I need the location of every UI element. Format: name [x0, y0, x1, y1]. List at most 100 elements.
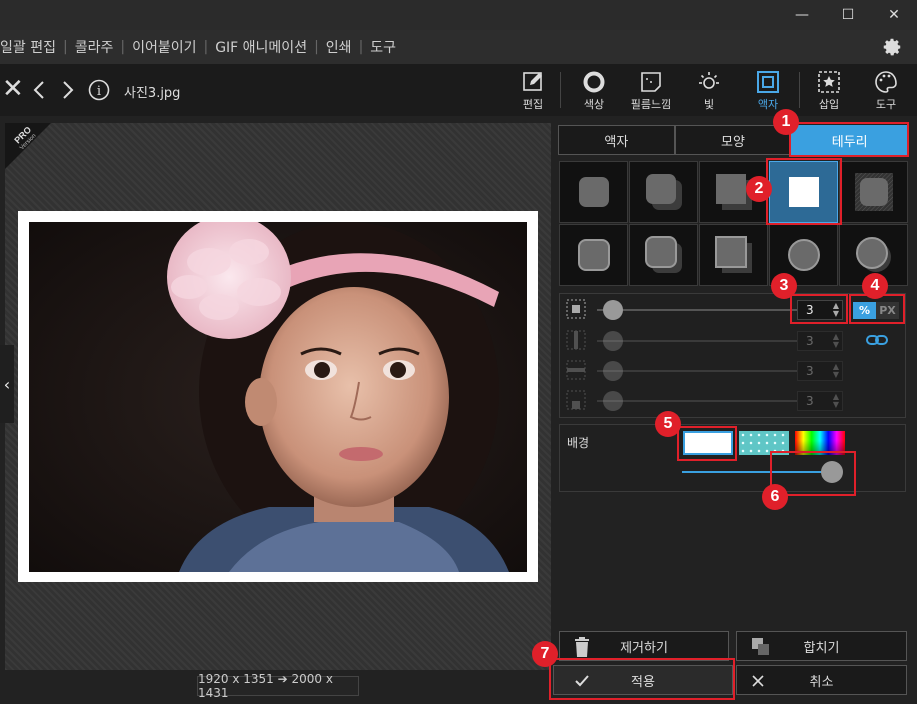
palette-icon	[875, 71, 897, 93]
spin-arrows-icon[interactable]: ▲ ▼	[833, 333, 839, 349]
merge-label: 합치기	[803, 640, 840, 656]
border-vertical-slider-row: 3 ▲ ▼	[565, 359, 905, 383]
minimize-button[interactable]: —	[779, 0, 825, 30]
remove-label: 제거하기	[620, 640, 668, 656]
border-horizontal-slider-row: 3 ▲ ▼	[565, 329, 905, 353]
annotation-box	[677, 426, 737, 461]
annotation-box	[790, 294, 848, 324]
pro-badge: PRO Version	[5, 123, 51, 169]
spin-arrows-icon[interactable]: ▲ ▼	[833, 393, 839, 409]
maximize-button[interactable]: ☐	[825, 0, 871, 30]
border-all-track[interactable]	[597, 309, 797, 311]
border-bottom-knob[interactable]	[603, 391, 623, 411]
border-style-option[interactable]	[839, 161, 908, 223]
tool-color[interactable]: 색상	[572, 68, 616, 114]
border-bottom-spinbox[interactable]: 3 ▲ ▼	[797, 391, 843, 411]
annotation-box	[766, 158, 842, 225]
gear-icon[interactable]	[881, 36, 903, 58]
file-name: 사진3.jpg	[124, 86, 181, 101]
image-dimensions: 1920 x 1351 ➔ 2000 x 1431	[197, 672, 359, 700]
tool-insert[interactable]: 삽입	[807, 68, 851, 114]
menu-bar: 일괄 편집 | 콜라주 | 이어붙이기 | GIF 애니메이션 | 인쇄 | 도구	[0, 30, 917, 64]
close-icon[interactable]: ✕	[2, 76, 24, 102]
border-style-grid	[559, 161, 908, 287]
prev-image-arrow[interactable]: ‹	[0, 345, 14, 423]
trash-icon	[575, 637, 589, 657]
border-all-knob[interactable]	[603, 300, 623, 320]
svg-text:i: i	[97, 84, 101, 99]
tool-tools[interactable]: 도구	[864, 68, 908, 114]
merge-button[interactable]: 합치기	[736, 631, 907, 661]
tool-frame[interactable]: 액자	[746, 68, 790, 114]
rounded-square-icon	[578, 177, 609, 207]
remove-button[interactable]: 제거하기	[559, 631, 729, 661]
link-icon[interactable]	[866, 333, 888, 347]
close-window-button[interactable]: ✕	[871, 0, 917, 30]
chevron-left-icon[interactable]	[32, 80, 46, 100]
border-style-option[interactable]	[629, 161, 698, 223]
sun-icon	[699, 72, 719, 89]
menu-batch-edit[interactable]: 일괄 편집	[0, 37, 63, 57]
chevron-right-icon[interactable]	[61, 80, 75, 100]
pro-badge-graphic: PRO Version	[5, 123, 51, 169]
border-bottom-icon	[566, 390, 586, 410]
shadow-circle-icon	[855, 237, 891, 272]
spin-value: 3	[806, 364, 814, 378]
toolbar-divider	[560, 72, 561, 108]
tool-film[interactable]: 필름느낌	[629, 68, 673, 114]
child-photo	[29, 222, 527, 572]
outlined-circle-icon	[787, 239, 820, 271]
annotation-badge: 7	[532, 641, 558, 667]
border-all-icon	[566, 299, 586, 319]
annotation-badge: 6	[762, 484, 788, 510]
outlined-shadow-square-icon	[714, 236, 752, 273]
tool-label: 필름느낌	[630, 98, 672, 111]
cancel-label: 취소	[809, 674, 834, 690]
tool-label: 빛	[703, 98, 715, 111]
tab-shape[interactable]: 모양	[674, 125, 792, 155]
title-bar: — ☐ ✕	[0, 0, 917, 30]
annotation-badge: 4	[862, 273, 888, 299]
tool-label: 편집	[522, 98, 544, 111]
tool-edit[interactable]: 편집	[511, 68, 555, 114]
cancel-button[interactable]: 취소	[736, 665, 907, 695]
border-vertical-spinbox[interactable]: 3 ▲ ▼	[797, 361, 843, 381]
tab-frame[interactable]: 액자	[558, 125, 675, 155]
border-horizontal-spinbox[interactable]: 3 ▲ ▼	[797, 331, 843, 351]
border-style-option[interactable]	[629, 224, 698, 286]
annotation-box	[549, 658, 735, 700]
photo-preview	[29, 222, 527, 572]
border-horizontal-knob[interactable]	[603, 331, 623, 351]
border-vertical-track[interactable]	[597, 370, 797, 372]
border-style-option[interactable]	[559, 161, 628, 223]
spin-arrows-icon[interactable]: ▲ ▼	[833, 363, 839, 379]
annotation-badge: 2	[746, 176, 772, 202]
shadow-rounded-square-icon	[645, 174, 682, 210]
merge-icon	[752, 638, 769, 655]
border-vertical-icon	[566, 360, 586, 380]
menu-tools[interactable]: 도구	[363, 37, 403, 57]
info-icon[interactable]: i	[88, 79, 110, 101]
border-style-option[interactable]	[559, 224, 628, 286]
edit-icon	[523, 72, 542, 91]
toolbar-divider	[799, 72, 800, 108]
insert-icon	[818, 71, 840, 93]
tool-label: 삽입	[818, 98, 840, 111]
annotation-box	[789, 122, 909, 157]
menu-print[interactable]: 인쇄	[319, 37, 359, 57]
film-icon	[641, 72, 661, 92]
menu-combine[interactable]: 이어붙이기	[125, 37, 203, 57]
annotation-badge: 5	[655, 411, 681, 437]
border-vertical-knob[interactable]	[603, 361, 623, 381]
spin-value: 3	[806, 334, 814, 348]
border-bottom-track[interactable]	[597, 400, 797, 402]
menu-gif-animation[interactable]: GIF 애니메이션	[208, 37, 314, 57]
frame-icon	[757, 71, 779, 93]
menu-collage[interactable]: 콜라주	[68, 37, 121, 57]
textured-square-icon	[854, 173, 893, 211]
outlined-shadow-rounded-icon	[644, 236, 682, 273]
border-horizontal-track[interactable]	[597, 340, 797, 342]
border-style-option[interactable]	[699, 224, 768, 286]
tool-label: 액자	[757, 98, 779, 111]
tool-light[interactable]: 빛	[687, 68, 731, 114]
